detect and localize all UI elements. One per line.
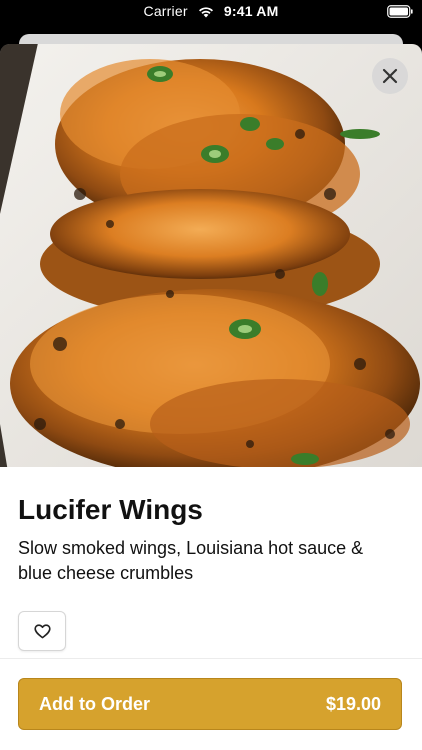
item-detail-sheet: Lucifer Wings Slow smoked wings, Louisia… <box>0 44 422 750</box>
lucifer-wings-photo <box>0 44 422 467</box>
divider <box>0 658 422 659</box>
status-center: Carrier 9:41 AM <box>0 3 422 21</box>
heart-icon <box>33 623 51 638</box>
carrier-label: Carrier <box>143 3 188 19</box>
battery-icon <box>387 5 413 23</box>
close-icon <box>382 68 398 84</box>
status-bar: Carrier 9:41 AM <box>0 0 422 26</box>
item-price: $19.00 <box>325 693 381 714</box>
add-to-order-button[interactable]: Add to Order $19.00 <box>18 678 402 730</box>
item-description: Slow smoked wings, Louisiana hot sauce &… <box>18 538 364 583</box>
add-to-order-label: Add to Order <box>39 693 150 714</box>
close-button[interactable] <box>372 58 408 94</box>
wifi-icon <box>198 5 214 21</box>
item-title: Lucifer Wings <box>18 494 203 525</box>
status-time: 9:41 AM <box>223 3 279 19</box>
favorite-button[interactable] <box>18 611 66 651</box>
